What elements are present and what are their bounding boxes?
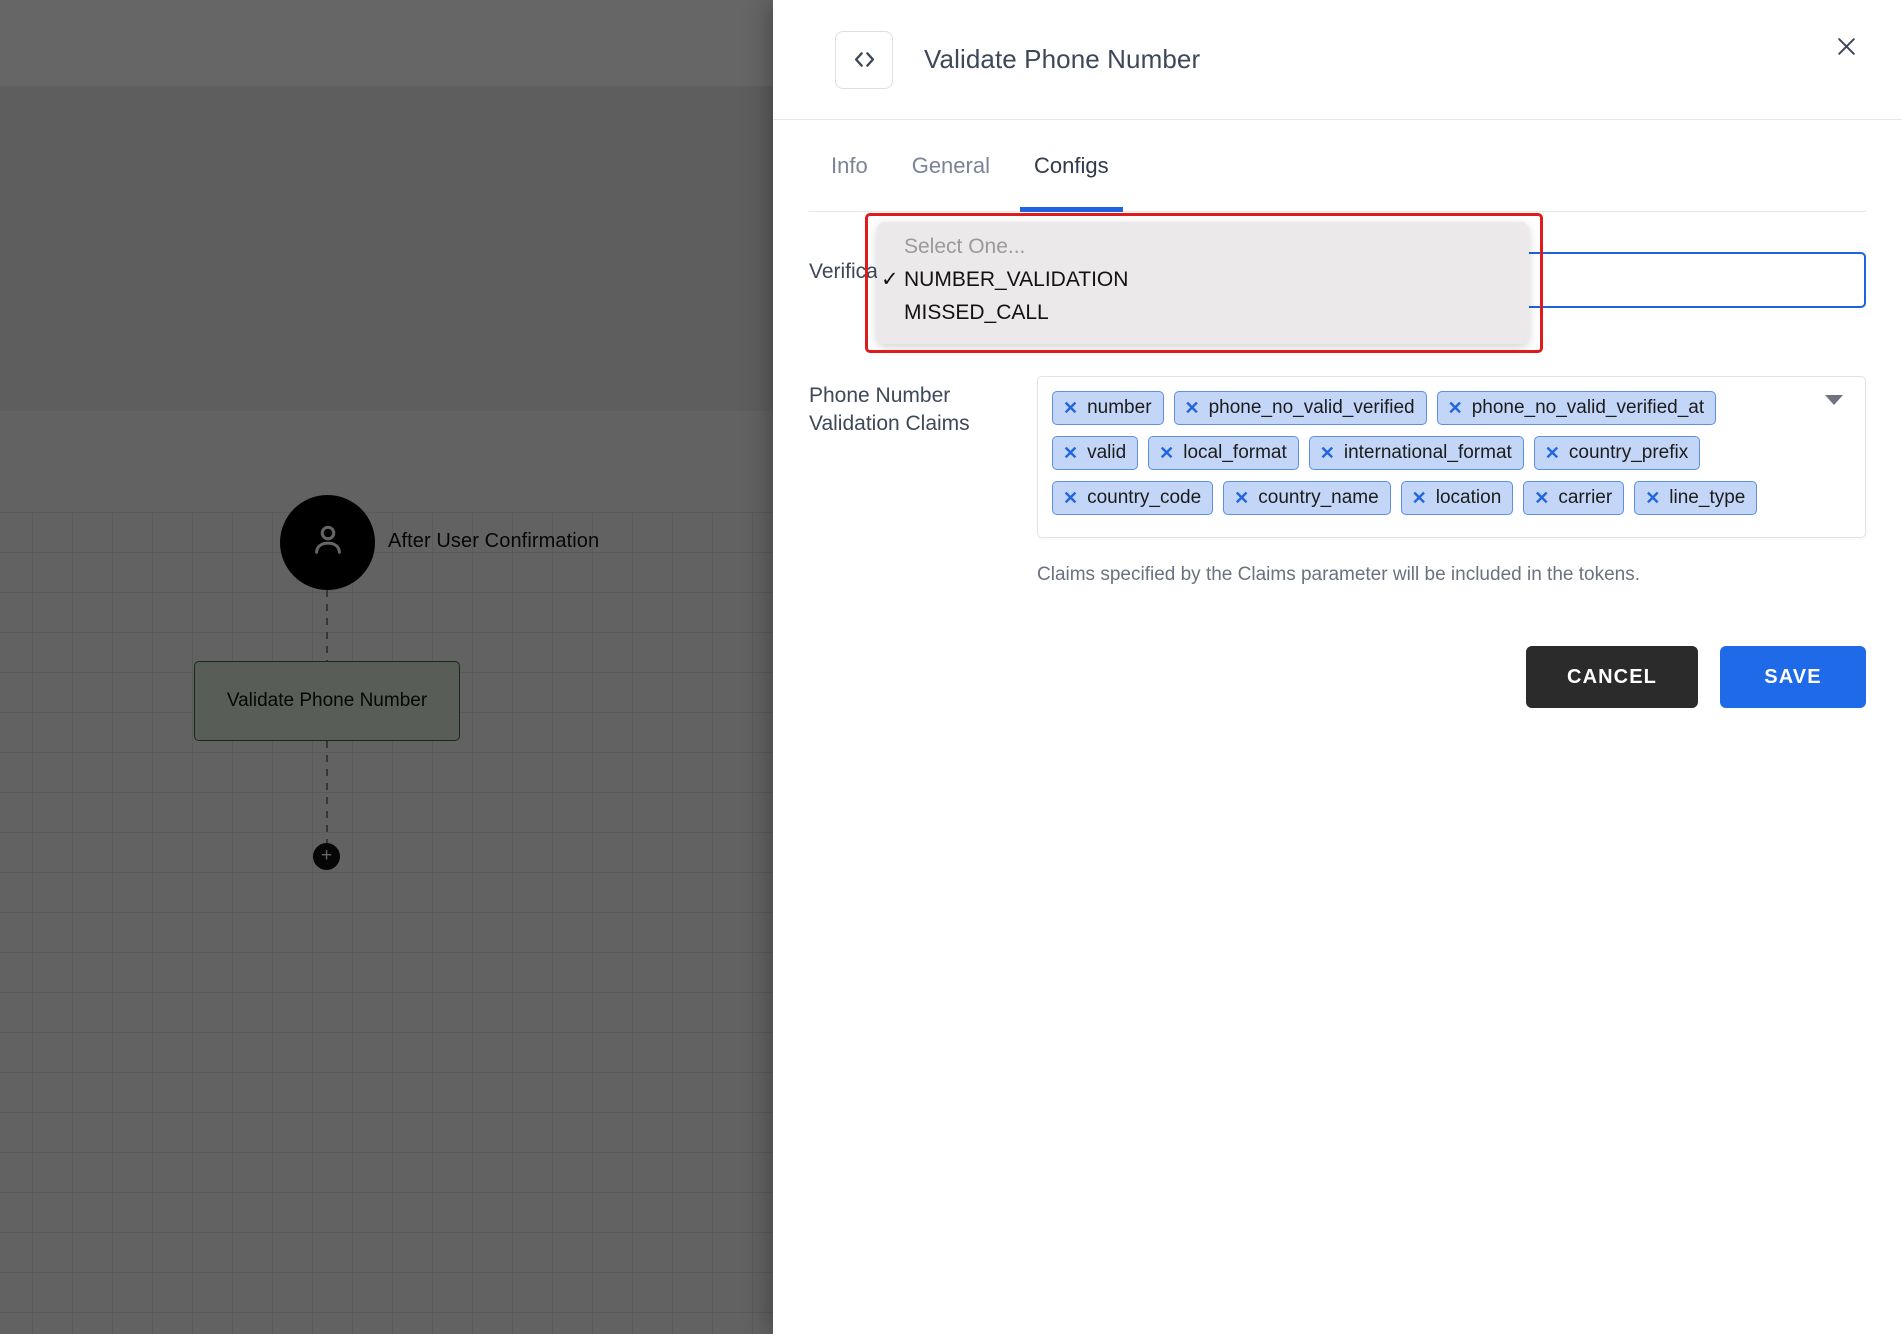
edge-task-to-add bbox=[326, 741, 328, 846]
tab-configs[interactable]: Configs bbox=[1012, 120, 1131, 212]
dropdown-option-missed-call[interactable]: MISSED_CALL bbox=[877, 296, 1529, 329]
chip-remove-icon[interactable]: ✕ bbox=[1320, 444, 1335, 462]
panel-actions: CANCEL SAVE bbox=[809, 646, 1866, 708]
tab-general-label: General bbox=[911, 152, 990, 178]
flow-canvas[interactable]: After User Confirmation Validate Phone N… bbox=[0, 0, 774, 1334]
chip-label: phone_no_valid_verified bbox=[1208, 396, 1415, 418]
task-node-label: Validate Phone Number bbox=[226, 690, 428, 711]
cancel-button[interactable]: CANCEL bbox=[1526, 646, 1698, 708]
chip-label: international_format bbox=[1343, 441, 1512, 463]
start-node-label: After User Confirmation bbox=[388, 530, 600, 552]
chip-label: local_format bbox=[1183, 441, 1287, 463]
chip-label: country_prefix bbox=[1568, 441, 1689, 463]
tab-info-label: Info bbox=[831, 152, 868, 178]
chip-label: location bbox=[1435, 486, 1502, 508]
chip-remove-icon[interactable]: ✕ bbox=[1185, 399, 1200, 417]
close-icon[interactable] bbox=[1824, 24, 1868, 68]
chip[interactable]: ✕ local_format bbox=[1148, 436, 1299, 470]
user-icon bbox=[307, 519, 349, 566]
claims-row: Phone Number Validation Claims ✕ number … bbox=[809, 376, 1866, 538]
task-node-validate-phone-number[interactable]: Validate Phone Number bbox=[194, 661, 460, 741]
code-brackets-icon bbox=[835, 30, 893, 89]
claims-chip-list: ✕ number ✕ phone_no_valid_verified ✕ pho… bbox=[1052, 391, 1805, 515]
chip[interactable]: ✕ phone_no_valid_verified bbox=[1173, 391, 1427, 425]
details-panel: Validate Phone Number Info General Confi… bbox=[773, 0, 1902, 1334]
chip-label: number bbox=[1087, 396, 1152, 418]
chip-remove-icon[interactable]: ✕ bbox=[1063, 444, 1078, 462]
chip-remove-icon[interactable]: ✕ bbox=[1412, 489, 1427, 507]
tab-info[interactable]: Info bbox=[809, 120, 890, 212]
chip-remove-icon[interactable]: ✕ bbox=[1534, 489, 1549, 507]
chip-label: line_type bbox=[1669, 486, 1746, 508]
chip[interactable]: ✕ international_format bbox=[1308, 436, 1524, 470]
chip[interactable]: ✕ line_type bbox=[1634, 481, 1758, 515]
chip[interactable]: ✕ country_name bbox=[1223, 481, 1391, 515]
dropdown-option-label: MISSED_CALL bbox=[904, 300, 1049, 324]
flow-graph: After User Confirmation Validate Phone N… bbox=[0, 0, 774, 1334]
chip-remove-icon[interactable]: ✕ bbox=[1159, 444, 1174, 462]
chip-remove-icon[interactable]: ✕ bbox=[1063, 489, 1078, 507]
edge-start-to-task bbox=[326, 590, 328, 661]
chip-remove-icon[interactable]: ✕ bbox=[1234, 489, 1249, 507]
chip-remove-icon[interactable]: ✕ bbox=[1545, 444, 1560, 462]
chip-remove-icon[interactable]: ✕ bbox=[1448, 399, 1463, 417]
tab-general[interactable]: General bbox=[890, 120, 1012, 212]
save-button[interactable]: SAVE bbox=[1720, 646, 1866, 708]
add-node-button[interactable]: + bbox=[313, 843, 340, 870]
panel-header: Validate Phone Number bbox=[773, 0, 1902, 120]
chip[interactable]: ✕ location bbox=[1400, 481, 1514, 515]
chevron-down-icon[interactable] bbox=[1825, 395, 1843, 405]
dropdown-option-number-validation[interactable]: ✓ NUMBER_VALIDATION bbox=[877, 263, 1529, 296]
panel-tabs: Info General Configs bbox=[809, 120, 1866, 212]
chip[interactable]: ✕ country_code bbox=[1052, 481, 1214, 515]
chip-label: valid bbox=[1087, 441, 1127, 463]
chip[interactable]: ✕ country_prefix bbox=[1533, 436, 1701, 470]
claims-multiselect[interactable]: ✕ number ✕ phone_no_valid_verified ✕ pho… bbox=[1037, 376, 1866, 538]
panel-title: Validate Phone Number bbox=[924, 44, 1201, 74]
dropdown-option-label: Select One... bbox=[904, 234, 1026, 258]
plus-icon: + bbox=[320, 845, 333, 866]
chip-remove-icon[interactable]: ✕ bbox=[1645, 489, 1660, 507]
chip[interactable]: ✕ carrier bbox=[1523, 481, 1625, 515]
chip-label: phone_no_valid_verified_at bbox=[1471, 396, 1705, 418]
chip-label: carrier bbox=[1558, 486, 1613, 508]
claims-label: Phone Number Validation Claims bbox=[809, 384, 970, 435]
chip[interactable]: ✕ number bbox=[1052, 391, 1164, 425]
claims-help-text: Claims specified by the Claims parameter… bbox=[1037, 564, 1640, 585]
chip-label: country_code bbox=[1087, 486, 1202, 508]
dropdown-option-label: NUMBER_VALIDATION bbox=[904, 267, 1129, 291]
claims-control: ✕ number ✕ phone_no_valid_verified ✕ pho… bbox=[1037, 376, 1866, 538]
verification-type-dropdown[interactable]: Select One... ✓ NUMBER_VALIDATION MISSED… bbox=[877, 222, 1529, 344]
chip[interactable]: ✕ phone_no_valid_verified_at bbox=[1436, 391, 1717, 425]
app-root: After User Confirmation Validate Phone N… bbox=[0, 0, 1902, 1334]
tab-configs-label: Configs bbox=[1033, 152, 1109, 178]
dropdown-option-placeholder: Select One... bbox=[877, 230, 1529, 263]
chip[interactable]: ✕ valid bbox=[1052, 436, 1139, 470]
chip-label: country_name bbox=[1258, 486, 1379, 508]
start-node[interactable] bbox=[280, 495, 375, 590]
chip-remove-icon[interactable]: ✕ bbox=[1063, 399, 1078, 417]
